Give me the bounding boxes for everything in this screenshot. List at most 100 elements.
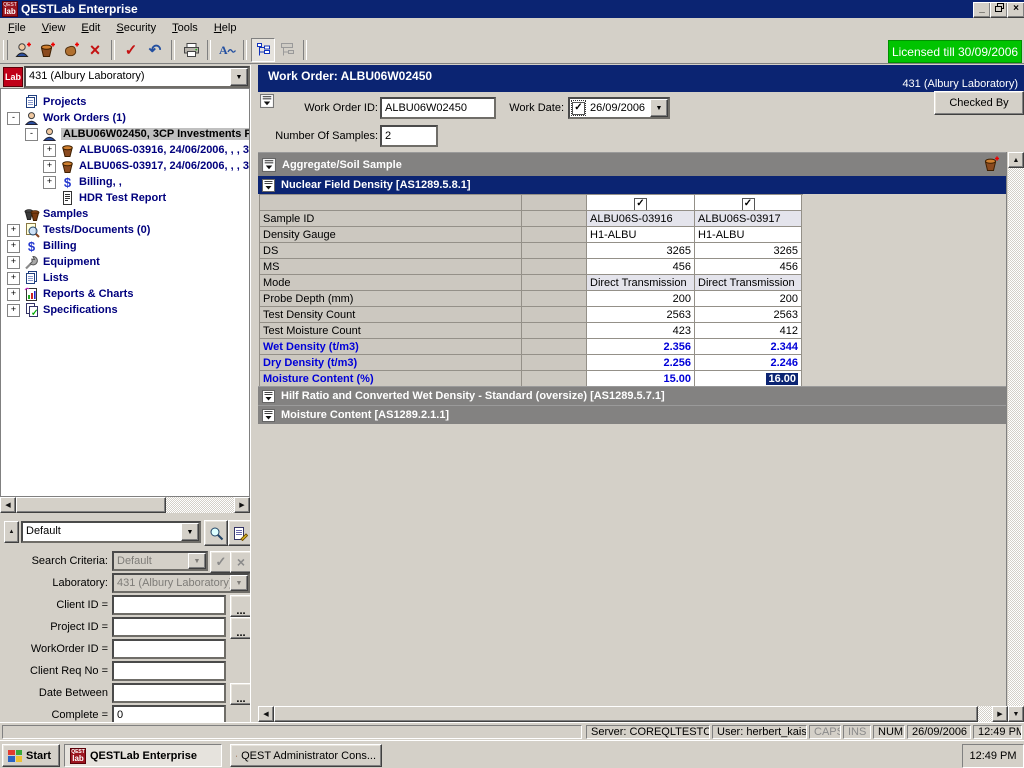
tree-item-billing[interactable]: + $ Billing xyxy=(1,238,250,254)
chevron-down-icon[interactable]: ▼ xyxy=(181,523,199,541)
checkbox-checked-icon[interactable]: ✓ xyxy=(742,198,755,211)
menu-file[interactable]: File xyxy=(0,20,34,36)
cell-value[interactable]: Direct Transmission xyxy=(695,275,802,291)
tree-scrollbar-thumb[interactable] xyxy=(16,497,166,513)
tree-item-projects[interactable]: Projects xyxy=(1,94,250,110)
project-id-browse-button[interactable]: ... xyxy=(230,617,252,639)
edit-search-button[interactable] xyxy=(228,520,252,546)
menu-edit[interactable]: Edit xyxy=(73,20,108,36)
expander-icon[interactable]: + xyxy=(43,160,56,173)
restore-button[interactable] xyxy=(990,2,1008,18)
search-preset-combo[interactable]: Default ▼ xyxy=(21,521,201,543)
tree-item-work-order-selected[interactable]: - ALBU06W02450, 3CP Investments Pt xyxy=(1,126,250,142)
add-test-button[interactable] xyxy=(59,38,83,62)
tree-item-hdr-test-report[interactable]: HDR Test Report xyxy=(1,190,250,206)
cell-value[interactable]: 2.356 xyxy=(587,339,695,355)
menu-security[interactable]: Security xyxy=(108,20,164,36)
workorder-id-input[interactable] xyxy=(112,639,226,659)
work-order-id-input[interactable] xyxy=(380,97,496,119)
menu-tools[interactable]: Tools xyxy=(164,20,206,36)
expander-icon[interactable]: + xyxy=(7,272,20,285)
cell-value[interactable]: 3265 xyxy=(695,243,802,259)
laboratory-combo[interactable]: 431 (Albury Laboratory) ▼ xyxy=(112,573,250,593)
expander-icon[interactable]: + xyxy=(7,304,20,317)
tree-item-lists[interactable]: + Lists xyxy=(1,270,250,286)
expander-icon[interactable]: + xyxy=(7,288,20,301)
expander-icon[interactable]: + xyxy=(7,224,20,237)
taskbar-item-qestlab[interactable]: QESTlab QESTLab Enterprise xyxy=(64,744,222,767)
add-client-button[interactable] xyxy=(11,38,35,62)
apply-criteria-button[interactable]: ✓ xyxy=(210,551,232,573)
cell-value[interactable]: 2563 xyxy=(695,307,802,323)
hscrollbar-thumb[interactable] xyxy=(274,706,978,722)
cell-value[interactable]: ALBU06S-03917 xyxy=(695,211,802,227)
cell-value[interactable]: H1-ALBU xyxy=(587,227,695,243)
date-between-browse-button[interactable]: ... xyxy=(230,683,252,705)
checked-by-button[interactable]: Checked By xyxy=(934,91,1024,115)
chevron-down-icon[interactable]: ▼ xyxy=(650,99,668,117)
commit-button[interactable]: ✓ xyxy=(119,38,143,62)
client-id-browse-button[interactable]: ... xyxy=(230,595,252,617)
expand-section-icon[interactable] xyxy=(262,409,275,422)
tree-item-work-orders[interactable]: - Work Orders (1) xyxy=(1,110,250,126)
cell-value[interactable]: 423 xyxy=(587,323,695,339)
client-req-no-input[interactable] xyxy=(112,661,226,681)
work-date-checkbox[interactable]: ✓ xyxy=(570,99,587,117)
cell-value[interactable]: ALBU06S-03916 xyxy=(587,211,695,227)
cell-value[interactable]: 2.256 xyxy=(587,355,695,371)
cell-value[interactable]: 412 xyxy=(695,323,802,339)
tree-item-samples[interactable]: Samples xyxy=(1,206,250,222)
chevron-down-icon[interactable]: ▼ xyxy=(188,553,206,569)
cell-value[interactable]: 456 xyxy=(695,259,802,275)
cell-value[interactable]: Direct Transmission xyxy=(587,275,695,291)
undo-button[interactable]: ↶ xyxy=(143,38,167,62)
search-criteria-combo[interactable]: Default ▼ xyxy=(112,551,208,571)
checkbox-checked-icon[interactable]: ✓ xyxy=(634,198,647,211)
hscroll-right-button[interactable]: ▶ xyxy=(992,706,1008,722)
expand-section-icon[interactable] xyxy=(262,390,275,403)
chevron-down-icon[interactable]: ▼ xyxy=(230,575,248,591)
expander-icon[interactable]: + xyxy=(43,144,56,157)
cell-value-selected[interactable]: 16.00 xyxy=(695,371,802,387)
tree-item-sample-03917[interactable]: + ALBU06S-03917, 24/06/2006, , , 3CI xyxy=(1,158,250,174)
cell-value[interactable]: 200 xyxy=(587,291,695,307)
expander-icon[interactable]: + xyxy=(7,256,20,269)
aggregate-section-header[interactable]: Aggregate/Soil Sample xyxy=(258,152,1006,176)
work-date-picker[interactable]: ✓ 26/09/2006 ▼ xyxy=(568,97,670,119)
client-id-input[interactable] xyxy=(112,595,226,615)
cell-value[interactable]: 456 xyxy=(587,259,695,275)
vscroll-up-button[interactable]: ▲ xyxy=(1008,152,1024,168)
lab-tree-view-button[interactable] xyxy=(275,38,299,62)
expand-section-icon[interactable] xyxy=(262,158,276,172)
hscroll-left-button[interactable]: ◀ xyxy=(258,706,274,722)
spell-check-button[interactable]: A xyxy=(215,38,239,62)
lab-selector[interactable]: 431 (Albury Laboratory) ▼ xyxy=(24,66,250,88)
add-sample-button[interactable] xyxy=(35,38,59,62)
menu-help[interactable]: Help xyxy=(206,20,245,36)
close-button[interactable]: × xyxy=(1007,2,1024,18)
clear-criteria-button[interactable]: × xyxy=(230,551,252,573)
moisture-content-section-header[interactable]: Moisture Content [AS1289.2.1.1] xyxy=(258,405,1006,424)
run-search-button[interactable] xyxy=(204,520,228,546)
tree-item-sample-03916[interactable]: + ALBU06S-03916, 24/06/2006, , , 3CI xyxy=(1,142,250,158)
cell-value[interactable]: H1-ALBU xyxy=(695,227,802,243)
tree-item-billing-wo[interactable]: + $ Billing, , xyxy=(1,174,250,190)
expander-icon[interactable]: + xyxy=(43,176,56,189)
tree-scroll-right-button[interactable]: ▶ xyxy=(234,497,250,513)
expander-icon[interactable]: - xyxy=(25,128,38,141)
hilf-ratio-section-header[interactable]: Hilf Ratio and Converted Wet Density - S… xyxy=(258,386,1006,405)
cell-value[interactable]: 200 xyxy=(695,291,802,307)
tree-view-button[interactable] xyxy=(251,38,275,62)
tree-item-specifications[interactable]: + ✓ Specifications xyxy=(1,302,250,318)
expander-icon[interactable]: + xyxy=(7,240,20,253)
vscroll-down-button[interactable]: ▼ xyxy=(1008,706,1024,722)
tree-item-tests-documents[interactable]: + Tests/Documents (0) xyxy=(1,222,250,238)
num-samples-input[interactable] xyxy=(380,125,438,147)
tree-item-equipment[interactable]: + Equipment xyxy=(1,254,250,270)
cell-value[interactable]: 3265 xyxy=(587,243,695,259)
vscrollbar-track[interactable] xyxy=(1008,168,1024,706)
start-button[interactable]: Start xyxy=(2,744,60,767)
tree-scroll-left-button[interactable]: ◀ xyxy=(0,497,16,513)
expander-icon[interactable]: - xyxy=(7,112,20,125)
expand-section-icon[interactable] xyxy=(262,179,275,192)
